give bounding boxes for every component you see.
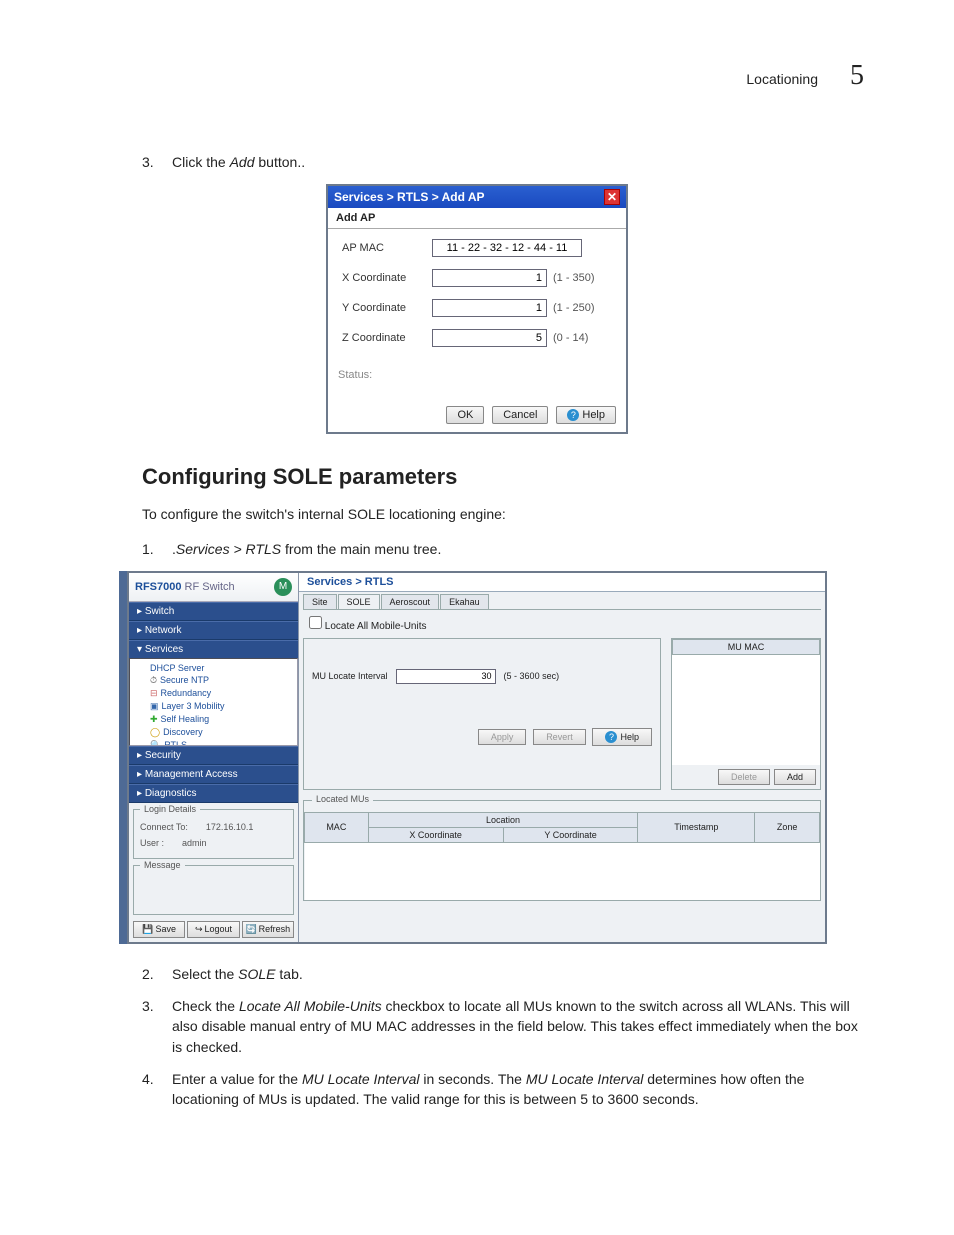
x-coord-label: X Coordinate <box>342 272 432 284</box>
save-button[interactable]: 💾 Save <box>133 921 185 938</box>
close-icon[interactable]: ✕ <box>604 189 620 205</box>
section-heading: Configuring SOLE parameters <box>142 464 864 490</box>
delete-button[interactable]: Delete <box>718 769 770 785</box>
tree-item: ⊟Redundancy <box>138 687 293 700</box>
mu-mac-list[interactable] <box>672 655 820 765</box>
sidebar: RFS7000 RF Switch M ▸ Switch ▸ Network ▾… <box>129 573 299 942</box>
tab-site[interactable]: Site <box>303 594 337 609</box>
x-coord-input[interactable] <box>432 269 547 287</box>
y-coord-input[interactable] <box>432 299 547 317</box>
tab-bar: Site SOLE Aeroscout Ekahau <box>299 592 825 609</box>
interval-input[interactable] <box>396 669 496 684</box>
nav-services[interactable]: ▾ Services <box>129 640 298 658</box>
page-header: Locationing 5 <box>90 60 864 92</box>
tab-sole[interactable]: SOLE <box>338 594 380 609</box>
nav-security[interactable]: ▸ Security <box>129 746 298 765</box>
ok-button[interactable]: OK <box>446 406 484 424</box>
z-coord-label: Z Coordinate <box>342 332 432 344</box>
interval-hint: (5 - 3600 sec) <box>504 671 560 681</box>
main-panel: Services > RTLS Site SOLE Aeroscout Ekah… <box>299 573 825 942</box>
col-location[interactable]: Location <box>368 812 638 827</box>
instruction-step: 4. Enter a value for the MU Locate Inter… <box>142 1069 864 1110</box>
dialog-subtitle: Add AP <box>328 208 626 229</box>
located-table: MAC Location Timestamp Zone X Coordinate… <box>304 812 820 901</box>
located-mus: Located MUs MAC Location Timestamp Zone … <box>303 800 821 902</box>
dialog-breadcrumb: Services > RTLS > Add AP <box>334 190 485 204</box>
col-mac[interactable]: MAC <box>305 812 369 842</box>
ap-mac-label: AP MAC <box>342 242 432 254</box>
help-icon: ? <box>605 731 617 743</box>
tree-item: ◯Discovery <box>138 726 293 739</box>
instruction-step: 3. Click the Add button.. <box>142 152 864 172</box>
help-button[interactable]: ?Help <box>592 728 652 746</box>
nav-management[interactable]: ▸ Management Access <box>129 765 298 784</box>
refresh-button[interactable]: 🔄 Refresh <box>242 921 294 938</box>
tree-item: 🔍RTLS <box>138 739 293 746</box>
chapter-number: 5 <box>850 60 864 92</box>
add-ap-dialog: Services > RTLS > Add AP ✕ Add AP AP MAC… <box>326 184 628 434</box>
intro-text: To configure the switch's internal SOLE … <box>142 504 864 524</box>
interval-area: MU Locate Interval (5 - 3600 sec) Apply … <box>303 638 661 790</box>
col-zone[interactable]: Zone <box>755 812 820 842</box>
instruction-step: 3. Check the Locate All Mobile-Units che… <box>142 996 864 1057</box>
tree-item: ▣Layer 3 Mobility <box>138 700 293 713</box>
cancel-button[interactable]: Cancel <box>492 406 548 424</box>
services-tree[interactable]: DHCP Server ⏱Secure NTP ⊟Redundancy ▣Lay… <box>129 658 298 746</box>
instruction-step: 1. .Services > RTLS from the main menu t… <box>142 539 864 559</box>
nav-diagnostics[interactable]: ▸ Diagnostics <box>129 784 298 803</box>
col-y[interactable]: Y Coordinate <box>503 827 638 842</box>
step-number: 3. <box>142 996 160 1057</box>
locate-all-checkbox[interactable]: Locate All Mobile-Units <box>309 621 427 632</box>
mu-mac-panel: MU MAC Delete Add <box>671 638 821 790</box>
brand-bar: RFS7000 RF Switch M <box>129 573 298 602</box>
breadcrumb: Services > RTLS <box>299 573 825 592</box>
login-details: Login Details Connect To:172.16.10.1 Use… <box>133 809 294 859</box>
tree-item: DHCP Server <box>138 662 293 674</box>
nav-switch[interactable]: ▸ Switch <box>129 602 298 621</box>
apply-button[interactable]: Apply <box>478 729 527 745</box>
add-button[interactable]: Add <box>774 769 816 785</box>
tree-item: ⏱Secure NTP <box>138 674 293 687</box>
step-number: 3. <box>142 152 160 172</box>
status-label: Status: <box>328 365 626 399</box>
ap-mac-input[interactable] <box>432 239 582 257</box>
located-body <box>305 842 820 900</box>
rtls-panel: RFS7000 RF Switch M ▸ Switch ▸ Network ▾… <box>127 571 827 944</box>
tab-ekahau[interactable]: Ekahau <box>440 594 489 609</box>
step-number: 1. <box>142 539 160 559</box>
step-text: Click the Add button.. <box>172 152 864 172</box>
col-x[interactable]: X Coordinate <box>368 827 503 842</box>
logout-button[interactable]: ↪ Logout <box>187 921 239 938</box>
dialog-titlebar: Services > RTLS > Add AP ✕ <box>328 186 626 208</box>
z-coord-input[interactable] <box>432 329 547 347</box>
step-text: .Services > RTLS from the main menu tree… <box>172 539 864 559</box>
mu-mac-header: MU MAC <box>672 639 820 655</box>
help-icon: ? <box>567 409 579 421</box>
help-button[interactable]: ?Help <box>556 406 616 424</box>
col-timestamp[interactable]: Timestamp <box>638 812 755 842</box>
step-number: 4. <box>142 1069 160 1110</box>
x-coord-hint: (1 - 350) <box>553 272 595 284</box>
revert-button[interactable]: Revert <box>533 729 586 745</box>
y-coord-label: Y Coordinate <box>342 302 432 314</box>
y-coord-hint: (1 - 250) <box>553 302 595 314</box>
instruction-step: 2. Select the SOLE tab. <box>142 964 864 984</box>
interval-label: MU Locate Interval <box>312 671 388 681</box>
section-name: Locationing <box>746 71 818 87</box>
tree-item: ✚Self Healing <box>138 713 293 726</box>
logo-icon: M <box>274 578 292 596</box>
step-number: 2. <box>142 964 160 984</box>
z-coord-hint: (0 - 14) <box>553 332 588 344</box>
nav-network[interactable]: ▸ Network <box>129 621 298 640</box>
tab-aeroscout[interactable]: Aeroscout <box>381 594 440 609</box>
message-box: Message <box>133 865 294 915</box>
